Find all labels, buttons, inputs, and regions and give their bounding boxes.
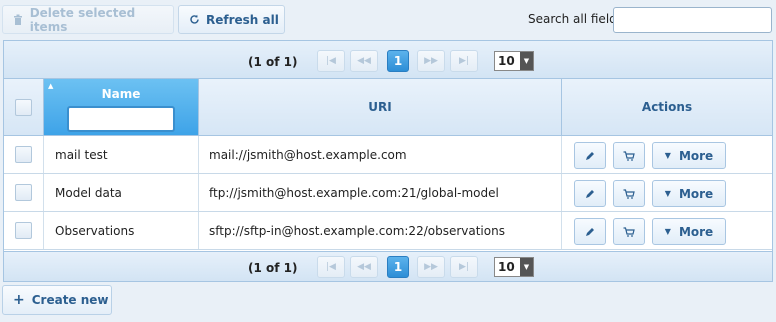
- triangle-down-icon: ▼: [664, 151, 671, 160]
- rows-per-page-value: 10: [498, 260, 515, 274]
- last-page-button[interactable]: ▶|: [450, 50, 478, 72]
- first-page-button[interactable]: |◀: [317, 50, 345, 72]
- select-all-checkbox[interactable]: [15, 98, 32, 116]
- pencil-icon: [586, 189, 594, 198]
- column-actions-label: Actions: [641, 100, 693, 114]
- row-name: Observations: [44, 212, 199, 249]
- cart-button[interactable]: [613, 142, 645, 169]
- more-button[interactable]: ▼ More: [652, 142, 726, 169]
- cart-icon: [623, 226, 635, 237]
- pencil-icon: [586, 151, 594, 160]
- row-select-cell: [4, 174, 44, 211]
- create-new-button[interactable]: + Create new: [2, 285, 112, 315]
- prev-page-icon: ◀◀: [357, 262, 371, 272]
- page-1-button[interactable]: 1: [387, 50, 409, 72]
- next-page-icon: ▶▶: [424, 262, 438, 272]
- row-select-cell: [4, 136, 44, 173]
- last-page-button[interactable]: ▶|: [450, 256, 478, 278]
- row-actions: ▼ More: [562, 212, 772, 249]
- toolbar: Delete selected items Refresh all Search…: [0, 0, 776, 38]
- last-page-icon: ▶|: [459, 56, 469, 66]
- row-checkbox[interactable]: [15, 222, 32, 239]
- delete-selected-button[interactable]: Delete selected items: [2, 5, 174, 34]
- refresh-all-button[interactable]: Refresh all: [178, 5, 285, 34]
- next-page-button[interactable]: ▶▶: [417, 50, 445, 72]
- header-select-all: [4, 79, 44, 135]
- cart-button[interactable]: [613, 218, 645, 245]
- search-input[interactable]: [613, 7, 772, 33]
- pager-top: (1 of 1) |◀ ◀◀ 1 ▶▶ ▶| 10 ▼: [4, 41, 772, 79]
- row-uri: ftp://jsmith@host.example.com:21/global-…: [199, 174, 562, 211]
- pager-bottom: (1 of 1) |◀ ◀◀ 1 ▶▶ ▶| 10 ▼: [4, 251, 772, 281]
- edit-button[interactable]: [574, 218, 606, 245]
- page-count: (1 of 1): [248, 55, 298, 69]
- pencil-icon: [586, 227, 594, 236]
- trash-icon: [13, 14, 24, 25]
- column-uri-label: URI: [368, 100, 392, 114]
- more-button[interactable]: ▼ More: [652, 218, 726, 245]
- dropdown-arrow-icon: ▼: [520, 258, 533, 276]
- next-page-button[interactable]: ▶▶: [417, 256, 445, 278]
- first-page-icon: |◀: [326, 56, 336, 66]
- edit-button[interactable]: [574, 180, 606, 207]
- first-page-button[interactable]: |◀: [317, 256, 345, 278]
- row-name: Model data: [44, 174, 199, 211]
- rows-per-page-select[interactable]: 10 ▼: [494, 51, 534, 71]
- more-label: More: [678, 148, 714, 163]
- more-button[interactable]: ▼ More: [652, 180, 726, 207]
- column-header-uri[interactable]: URI: [199, 79, 562, 135]
- more-label: More: [678, 186, 714, 201]
- row-checkbox[interactable]: [15, 184, 32, 201]
- table-header: ▲ Name URI Actions: [4, 79, 772, 136]
- name-filter-input[interactable]: [67, 106, 175, 132]
- row-checkbox[interactable]: [15, 146, 32, 163]
- dropdown-arrow-icon: ▼: [520, 52, 533, 70]
- triangle-down-icon: ▼: [664, 227, 671, 236]
- row-uri: sftp://sftp-in@host.example.com:22/obser…: [199, 212, 562, 249]
- table-row[interactable]: mail test mail://jsmith@host.example.com…: [4, 136, 772, 174]
- table-row[interactable]: Model data ftp://jsmith@host.example.com…: [4, 174, 772, 212]
- create-new-label: Create new: [31, 293, 109, 307]
- cart-button[interactable]: [613, 180, 645, 207]
- refresh-icon: [189, 14, 200, 25]
- row-actions: ▼ More: [562, 174, 772, 211]
- rows-per-page-select[interactable]: 10 ▼: [494, 257, 534, 277]
- refresh-all-label: Refresh all: [206, 12, 279, 27]
- column-name-label: Name: [101, 87, 141, 101]
- prev-page-button[interactable]: ◀◀: [350, 50, 378, 72]
- sort-ascending-icon: ▲: [48, 82, 54, 90]
- rows-per-page-value: 10: [498, 54, 515, 68]
- first-page-icon: |◀: [326, 262, 336, 272]
- plus-icon: +: [13, 292, 25, 308]
- edit-button[interactable]: [574, 142, 606, 169]
- prev-page-icon: ◀◀: [357, 56, 371, 66]
- last-page-icon: ▶|: [459, 262, 469, 272]
- prev-page-button[interactable]: ◀◀: [350, 256, 378, 278]
- cart-icon: [623, 188, 635, 199]
- triangle-down-icon: ▼: [664, 189, 671, 198]
- table-row[interactable]: Observations sftp://sftp-in@host.example…: [4, 212, 772, 250]
- more-label: More: [678, 224, 714, 239]
- cart-icon: [623, 150, 635, 161]
- data-grid: (1 of 1) |◀ ◀◀ 1 ▶▶ ▶| 10 ▼ ▲ Name URI A…: [3, 40, 773, 282]
- page-count: (1 of 1): [248, 261, 298, 275]
- row-actions: ▼ More: [562, 136, 772, 173]
- row-select-cell: [4, 212, 44, 249]
- row-uri: mail://jsmith@host.example.com: [199, 136, 562, 173]
- page-1-button[interactable]: 1: [387, 256, 409, 278]
- column-header-actions: Actions: [562, 79, 772, 135]
- column-header-name[interactable]: ▲ Name: [44, 79, 199, 135]
- next-page-icon: ▶▶: [424, 56, 438, 66]
- row-name: mail test: [44, 136, 199, 173]
- delete-selected-label: Delete selected items: [29, 5, 136, 34]
